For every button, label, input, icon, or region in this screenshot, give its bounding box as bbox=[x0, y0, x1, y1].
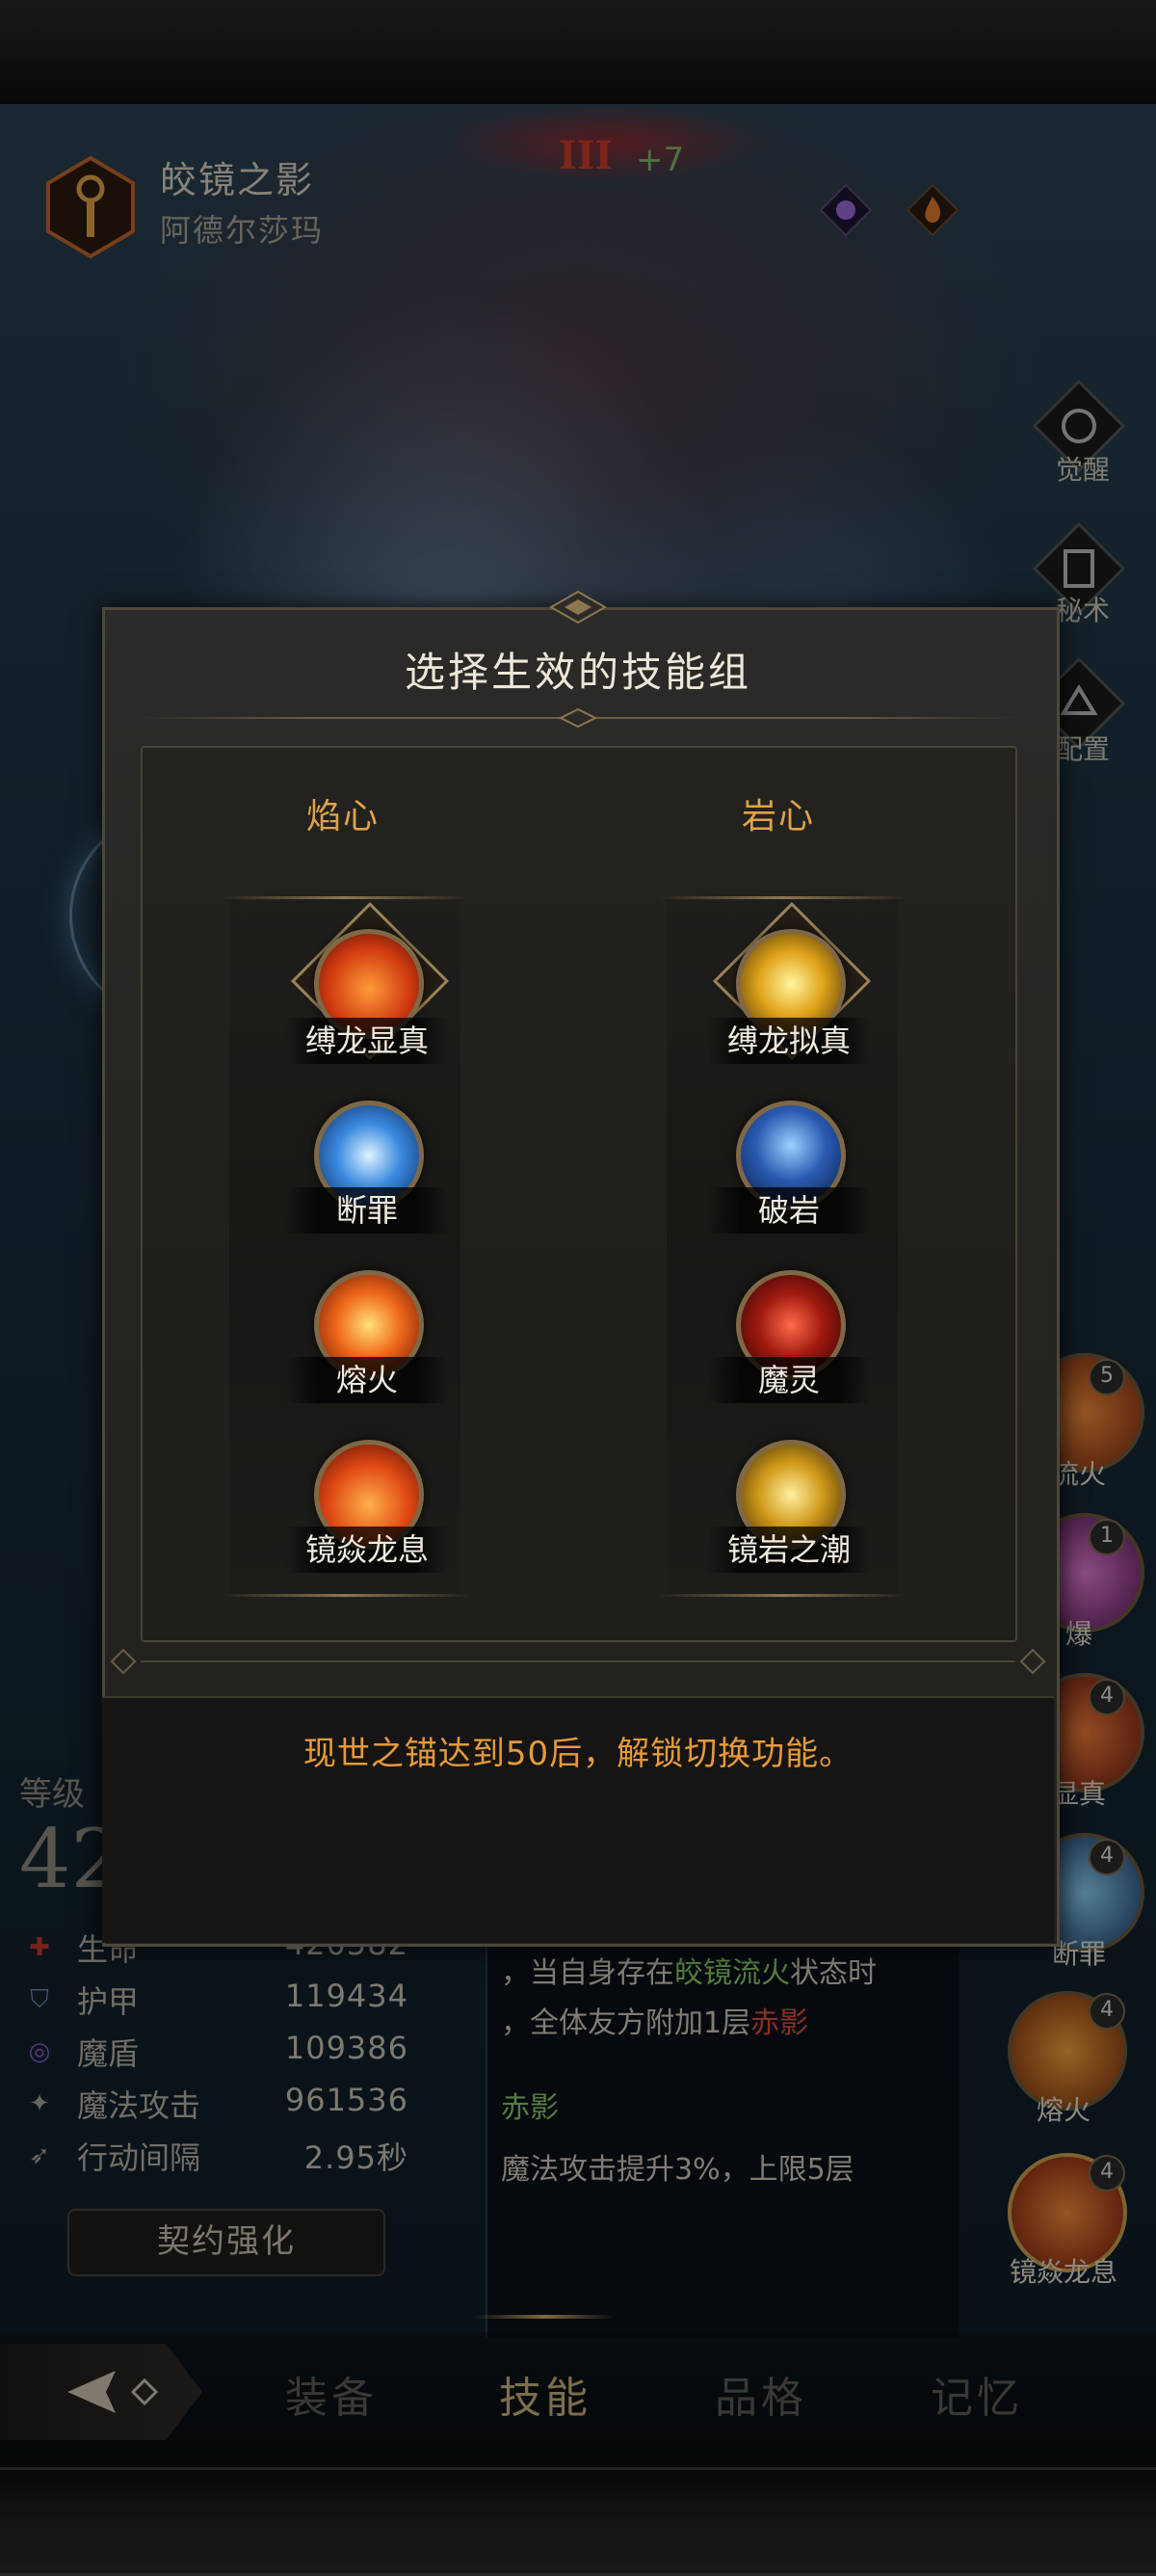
title-rule-ornament bbox=[558, 707, 598, 729]
column-title-rock-heart[interactable]: 岩心 bbox=[634, 788, 923, 838]
modal-top-ornament bbox=[548, 590, 608, 624]
column-divider bbox=[657, 896, 907, 899]
skill-label: 缚龙显真 bbox=[285, 1018, 449, 1064]
column-divider bbox=[220, 1594, 470, 1597]
column-divider bbox=[220, 896, 470, 899]
skill-label: 缚龙拟真 bbox=[707, 1018, 871, 1064]
skill-label: 镜焱龙息 bbox=[285, 1527, 449, 1573]
skill-label: 魔灵 bbox=[707, 1357, 871, 1403]
skill-label: 断罪 bbox=[285, 1187, 449, 1234]
skill-label: 镜岩之潮 bbox=[707, 1527, 871, 1573]
skill-label: 熔火 bbox=[285, 1357, 449, 1403]
skill-label: 破岩 bbox=[707, 1187, 871, 1234]
modal-title: 选择生效的技能组 bbox=[404, 649, 751, 696]
unlock-hint: 现世之锚达到50后，解锁切换功能。 bbox=[302, 1735, 854, 1773]
column-title-flame-heart[interactable]: 焰心 bbox=[198, 788, 487, 838]
column-divider bbox=[657, 1594, 907, 1597]
modal-bottom-ornament bbox=[102, 1642, 1054, 1681]
